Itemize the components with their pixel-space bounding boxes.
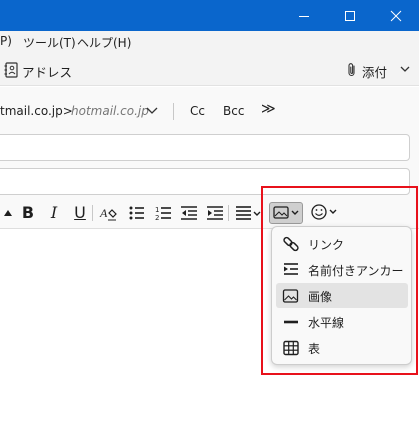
- paperclip-icon: [348, 63, 355, 77]
- attach-button[interactable]: 添付: [344, 59, 390, 81]
- align-icon: [236, 206, 261, 220]
- bold-button[interactable]: B: [18, 203, 38, 223]
- header-separator: [173, 103, 174, 120]
- svg-text:1: 1: [155, 206, 159, 214]
- italic-label: I: [50, 203, 58, 222]
- format-separator-2: [228, 205, 229, 221]
- main-toolbar: アドレス 添付: [0, 53, 419, 86]
- menu-item-help[interactable]: ヘルプ(H): [77, 34, 131, 51]
- numbered-list-icon: 1 2: [155, 206, 171, 222]
- minimize-icon: [299, 15, 309, 17]
- compose-header: tmail.co.jp> hotmail.co.jp Cc Bcc ≫: [0, 87, 419, 197]
- underline-button[interactable]: U: [70, 203, 90, 223]
- from-address: tmail.co.jp>: [0, 104, 73, 118]
- svg-text:2: 2: [155, 214, 159, 222]
- bullet-list-button[interactable]: [127, 203, 147, 223]
- italic-button[interactable]: I: [44, 203, 64, 223]
- address-book-button[interactable]: アドレス: [4, 59, 72, 81]
- menu-item-partial[interactable]: P): [0, 34, 12, 48]
- more-fields-button[interactable]: ≫: [261, 101, 276, 117]
- cc-button[interactable]: Cc: [190, 104, 205, 118]
- align-button[interactable]: [234, 203, 264, 223]
- bullet-list-icon: [129, 206, 144, 220]
- svg-text:A: A: [99, 206, 108, 220]
- underline-label: U: [74, 203, 86, 222]
- maximize-button[interactable]: [327, 0, 373, 31]
- indent-icon: [207, 206, 223, 220]
- remove-formatting-button[interactable]: A: [98, 203, 118, 223]
- bold-label: B: [21, 203, 35, 222]
- title-bar: [0, 0, 419, 31]
- menu-bar: P) ツール(T) ヘルプ(H): [0, 31, 419, 53]
- remove-formatting-icon: A: [99, 206, 117, 221]
- address-book-label: アドレス: [22, 65, 73, 80]
- from-dropdown-chevron-icon[interactable]: [146, 107, 158, 115]
- bcc-button[interactable]: Bcc: [223, 104, 244, 118]
- close-button[interactable]: [373, 0, 419, 31]
- font-size-icon[interactable]: [0, 203, 18, 223]
- attach-dropdown-chevron-icon[interactable]: [400, 66, 410, 74]
- highlight-box: [261, 186, 418, 375]
- attach-label: 添付: [362, 65, 388, 80]
- to-field[interactable]: [0, 134, 410, 161]
- from-identity[interactable]: hotmail.co.jp: [71, 104, 149, 118]
- maximize-icon: [345, 10, 355, 21]
- outdent-icon: [181, 206, 197, 220]
- close-icon: [390, 10, 402, 21]
- format-separator: [92, 205, 93, 221]
- minimize-button[interactable]: [281, 0, 327, 31]
- indent-button[interactable]: [205, 203, 225, 223]
- address-book-icon: [4, 62, 18, 78]
- menu-item-tools[interactable]: ツール(T): [23, 34, 76, 51]
- outdent-button[interactable]: [179, 203, 199, 223]
- numbered-list-button[interactable]: 1 2: [153, 203, 173, 223]
